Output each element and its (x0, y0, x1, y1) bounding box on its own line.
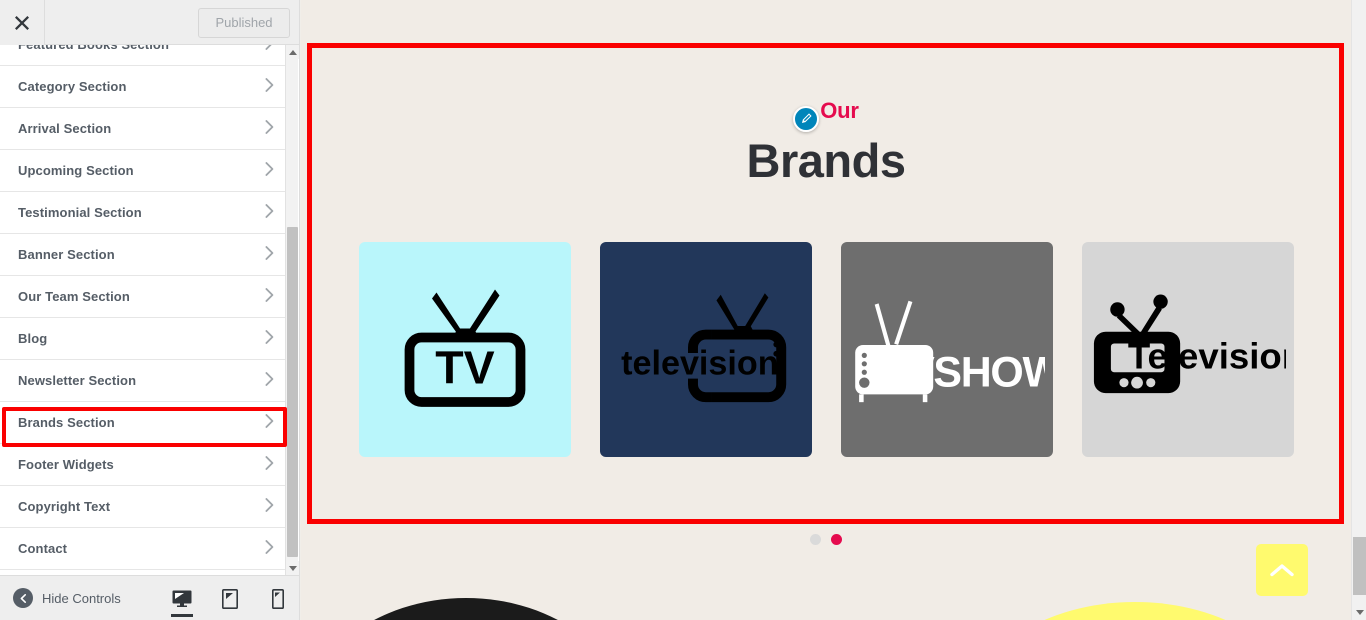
sidebar-item-blog[interactable]: Blog (0, 318, 288, 360)
television-logo-icon: television (621, 293, 786, 403)
sidebar-item-arrival-section[interactable]: Arrival Section (0, 108, 288, 150)
sidebar-item-banner-section[interactable]: Banner Section (0, 234, 288, 276)
sidebar-item-footer-widgets[interactable]: Footer Widgets (0, 444, 288, 486)
chevron-right-icon (265, 413, 274, 432)
sidebar-item-upcoming-section[interactable]: Upcoming Section (0, 150, 288, 192)
brands-title: Brands (746, 134, 906, 187)
sidebar-item-category-section[interactable]: Category Section (0, 66, 288, 108)
pencil-icon (801, 113, 812, 124)
scroll-down-button[interactable] (286, 561, 299, 575)
chevron-right-icon (265, 161, 274, 180)
mobile-icon (272, 588, 284, 609)
sidebar-item-label: Footer Widgets (18, 457, 114, 472)
chevron-right-icon (265, 539, 274, 558)
sidebar-item-testimonial-section[interactable]: Testimonial Section (0, 192, 288, 234)
sidebar-item-label: Newsletter Section (18, 373, 137, 388)
footer-yellow-curve-decoration (970, 602, 1300, 620)
sidebar-item-featured-books-section[interactable]: Featured Books Section (0, 45, 288, 66)
sidebar-scrollbar[interactable] (285, 45, 299, 575)
tvshow-logo-icon: TVSHOW (854, 300, 1045, 403)
sidebar-item-contact[interactable]: Contact (0, 528, 288, 570)
scroll-up-button[interactable] (286, 45, 299, 59)
chevron-up-icon (1270, 564, 1294, 577)
brand-card-list: TV television TVSHOW Televisio (359, 242, 1294, 457)
sidebar-item-label: Testimonial Section (18, 205, 142, 220)
brand-card-television[interactable]: television (600, 242, 812, 457)
customizer-section-list[interactable]: Featured Books Section Category Section Ar… (0, 45, 288, 575)
sidebar-scrollbar-thumb[interactable] (287, 227, 298, 557)
customizer-header: Published (0, 0, 299, 45)
device-desktop-button[interactable] (168, 576, 196, 620)
carousel-dots (301, 534, 1351, 545)
device-tablet-button[interactable] (216, 576, 244, 620)
desktop-icon (172, 590, 192, 607)
carousel-dot-1[interactable] (810, 534, 821, 545)
tablet-icon (222, 588, 238, 609)
customizer-footer: Hide Controls (0, 575, 299, 620)
brand-card-television2[interactable]: Television (1082, 242, 1294, 457)
brand-card-tvshow[interactable]: TVSHOW (841, 242, 1053, 457)
triangle-down-icon (288, 565, 297, 571)
close-customizer-button[interactable] (0, 0, 45, 45)
sidebar-item-label: Arrival Section (18, 121, 112, 136)
sidebar-item-label: Upcoming Section (18, 163, 134, 178)
chevron-right-icon (265, 45, 274, 54)
close-icon (15, 16, 29, 30)
footer-dark-curve-decoration (301, 598, 631, 620)
chevron-right-icon (265, 203, 274, 222)
sidebar-item-newsletter-section[interactable]: Newsletter Section (0, 360, 288, 402)
chevron-right-icon (265, 455, 274, 474)
sidebar-item-label: Banner Section (18, 247, 115, 262)
sidebar-item-label: Category Section (18, 79, 127, 94)
sidebar-item-label: Copyright Text (18, 499, 111, 514)
svg-text:television: television (621, 344, 778, 382)
svg-text:TVSHOW: TVSHOW (881, 349, 1045, 397)
customizer-screen: Published Featured Books Section Category… (0, 0, 1366, 620)
brands-section: Our Brands TV television TVSHOW Televisi… (301, 0, 1351, 560)
triangle-down-icon (1355, 609, 1364, 615)
hide-controls-button[interactable]: Hide Controls (0, 588, 121, 608)
preview-scrollbar-thumb[interactable] (1353, 537, 1366, 595)
sidebar-item-label: Featured Books Section (18, 45, 265, 52)
brands-eyebrow: Our (301, 98, 1351, 132)
chevron-right-icon (265, 287, 274, 306)
preview-scroll-down-button[interactable] (1352, 605, 1366, 619)
sidebar-item-label: Blog (18, 331, 48, 346)
brand-card-tv[interactable]: TV (359, 242, 571, 457)
hide-controls-label: Hide Controls (42, 590, 121, 606)
device-preview-switcher (168, 576, 292, 620)
chevron-right-icon (265, 119, 274, 138)
eyebrow-text: Our (820, 98, 859, 123)
carousel-dot-2-active[interactable] (831, 534, 842, 545)
sidebar-item-our-team-section[interactable]: Our Team Section (0, 276, 288, 318)
site-preview: Our Brands TV television TVSHOW Televisi… (301, 0, 1366, 620)
back-to-top-button[interactable] (1256, 544, 1308, 596)
publish-button[interactable]: Published (198, 8, 290, 38)
triangle-up-icon (288, 49, 297, 55)
edit-shortcut-button[interactable] (793, 105, 820, 132)
sidebar-item-label: Brands Section (18, 415, 115, 430)
television2-logo-icon: Television (1093, 293, 1286, 393)
svg-text:Television: Television (1128, 335, 1286, 376)
device-mobile-button[interactable] (264, 576, 292, 620)
chevron-right-icon (265, 371, 274, 390)
sidebar-item-label: Our Team Section (18, 289, 130, 304)
wp-customizer-panel: Published Featured Books Section Category… (0, 0, 300, 620)
sidebar-item-label: Contact (18, 541, 68, 556)
tv-logo-icon: TV (404, 289, 526, 407)
sidebar-item-brands-section[interactable]: Brands Section (0, 402, 288, 444)
collapse-arrow-icon (13, 588, 33, 608)
svg-text:TV: TV (435, 341, 494, 393)
preview-scrollbar[interactable] (1351, 0, 1366, 620)
chevron-right-icon (265, 77, 274, 96)
chevron-right-icon (265, 329, 274, 348)
chevron-right-icon (265, 245, 274, 264)
chevron-right-icon (265, 497, 274, 516)
sidebar-item-copyright-text[interactable]: Copyright Text (0, 486, 288, 528)
